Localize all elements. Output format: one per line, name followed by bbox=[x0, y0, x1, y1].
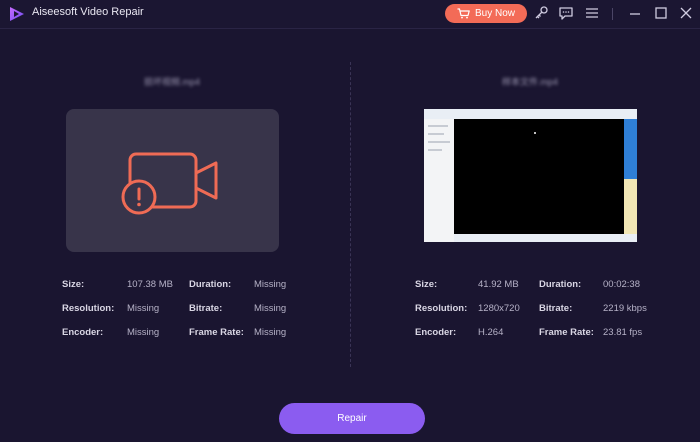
maximize-icon[interactable] bbox=[653, 5, 669, 21]
duration-label: Duration: bbox=[189, 279, 232, 290]
app-title: Aiseesoft Video Repair bbox=[32, 6, 144, 18]
resolution-value: 1280x720 bbox=[478, 303, 520, 314]
size-value: 107.38 MB bbox=[127, 279, 173, 290]
repair-button[interactable]: Repair bbox=[279, 403, 425, 434]
buy-now-button[interactable]: Buy Now bbox=[445, 4, 527, 23]
framerate-value: Missing bbox=[254, 327, 287, 338]
duration-value: 00:02:38 bbox=[603, 279, 640, 290]
encoder-value: Missing bbox=[127, 327, 160, 338]
repair-label: Repair bbox=[337, 413, 367, 424]
corrupt-video-thumbnail[interactable] bbox=[66, 109, 279, 252]
cart-icon bbox=[457, 8, 470, 19]
size-label: Size: bbox=[62, 279, 85, 290]
corrupt-video-filename: 损坏视频.mp4 bbox=[143, 77, 200, 87]
resolution-value: Missing bbox=[127, 303, 160, 314]
resolution-label: Resolution: bbox=[415, 303, 468, 314]
framerate-label: Frame Rate: bbox=[189, 327, 244, 338]
feedback-icon[interactable] bbox=[558, 5, 574, 21]
panel-divider bbox=[350, 62, 351, 367]
menu-icon[interactable] bbox=[584, 5, 600, 21]
close-icon[interactable] bbox=[678, 5, 694, 21]
sample-video-filename: 样本文件.mp4 bbox=[501, 77, 558, 87]
framerate-label: Frame Rate: bbox=[539, 327, 594, 338]
encoder-value: H.264 bbox=[478, 327, 504, 338]
framerate-value: 23.81 fps bbox=[603, 327, 643, 338]
app-logo-icon bbox=[10, 7, 24, 21]
encoder-label: Encoder: bbox=[62, 327, 104, 338]
sample-video-thumbnail[interactable] bbox=[424, 109, 637, 242]
size-label: Size: bbox=[415, 279, 438, 290]
titlebar-separator bbox=[612, 8, 613, 20]
bitrate-label: Bitrate: bbox=[189, 303, 223, 314]
encoder-label: Encoder: bbox=[415, 327, 457, 338]
size-value: 41.92 MB bbox=[478, 279, 519, 290]
resolution-label: Resolution: bbox=[62, 303, 115, 314]
video-camera-error-icon bbox=[121, 152, 218, 215]
bitrate-label: Bitrate: bbox=[539, 303, 573, 314]
minimize-icon[interactable] bbox=[627, 5, 643, 21]
bitrate-value: Missing bbox=[254, 303, 287, 314]
duration-value: Missing bbox=[254, 279, 287, 290]
duration-label: Duration: bbox=[539, 279, 582, 290]
title-bar: Aiseesoft Video Repair Buy Now bbox=[0, 0, 700, 29]
bitrate-value: 2219 kbps bbox=[603, 303, 647, 314]
key-icon[interactable] bbox=[533, 5, 549, 21]
sample-video-preview bbox=[424, 109, 637, 242]
buy-now-label: Buy Now bbox=[474, 8, 515, 19]
